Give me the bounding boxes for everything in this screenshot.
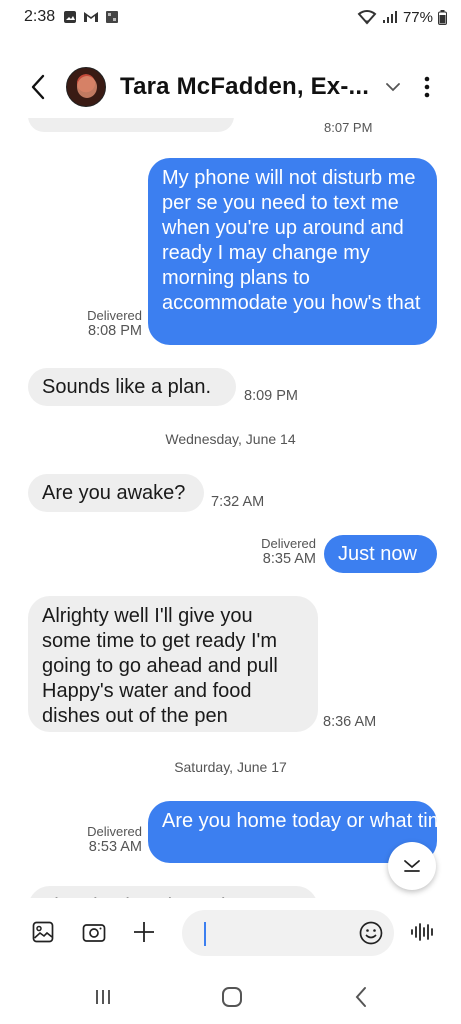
message-bubble-incoming[interactable]: Sounds like a plan. xyxy=(28,368,236,406)
message-time: 8:53 AM xyxy=(88,839,142,855)
attach-button[interactable] xyxy=(126,914,162,950)
recents-button[interactable] xyxy=(88,982,118,1012)
message-list[interactable]: 8:07 PM Delivered 8:08 PM My phone will … xyxy=(0,118,461,898)
status-time: 2:38 xyxy=(24,8,56,25)
message-composer xyxy=(0,904,461,960)
home-icon xyxy=(222,987,242,1007)
message-bubble-partial[interactable] xyxy=(28,118,234,132)
back-nav-icon xyxy=(355,987,366,1007)
message-time: 8:36 AM xyxy=(323,714,377,730)
voice-icon xyxy=(411,923,433,941)
message-bubble-outgoing[interactable]: Just now xyxy=(324,535,437,573)
chevron-down-icon xyxy=(404,860,420,872)
recents-icon xyxy=(96,990,110,1004)
emoji-icon xyxy=(359,921,383,945)
message-meta: Delivered 8:53 AM xyxy=(70,824,142,855)
battery-icon xyxy=(438,9,447,25)
chevron-down-icon xyxy=(386,82,401,91)
system-nav-bar xyxy=(0,968,461,1024)
camera-icon xyxy=(82,924,106,942)
gallery-button[interactable] xyxy=(25,914,61,950)
message-bubble-incoming[interactable]: Alrighty well I'll give you some time to… xyxy=(28,596,318,732)
message-meta: Delivered 8:08 PM xyxy=(70,308,142,339)
message-bubble-incoming[interactable]: The plan is to leave in an hour xyxy=(28,886,318,898)
contact-avatar[interactable] xyxy=(66,67,106,107)
date-separator: Saturday, June 17 xyxy=(174,759,287,775)
delivery-status: Delivered xyxy=(87,308,142,323)
battery-percent: 77% xyxy=(402,8,433,26)
more-icon xyxy=(424,76,430,98)
wifi-icon xyxy=(357,10,377,25)
back-nav-button[interactable] xyxy=(346,982,376,1012)
more-options-button[interactable] xyxy=(415,67,439,107)
home-button[interactable] xyxy=(217,982,247,1012)
text-caret xyxy=(204,922,206,946)
emoji-button[interactable] xyxy=(358,920,384,946)
delivery-status: Delivered xyxy=(261,536,316,551)
message-time: 7:32 AM xyxy=(211,494,265,510)
plus-icon xyxy=(134,922,154,942)
signal-icon xyxy=(382,11,397,23)
contact-details-toggle[interactable] xyxy=(383,77,403,97)
back-button[interactable] xyxy=(18,67,58,107)
voice-record-button[interactable] xyxy=(405,914,441,950)
message-input[interactable] xyxy=(208,918,348,948)
scroll-to-bottom-button[interactable] xyxy=(388,842,436,890)
contact-name[interactable]: Tara McFadden, Ex-... xyxy=(120,73,369,101)
date-separator: Wednesday, June 14 xyxy=(165,431,296,447)
message-time: 8:09 PM xyxy=(244,388,298,404)
delivery-status: Delivered xyxy=(87,824,142,839)
message-time: 8:07 PM xyxy=(324,120,373,135)
message-bubble-outgoing[interactable]: My phone will not disturb me per se you … xyxy=(148,158,437,345)
message-meta: Delivered 8:35 AM xyxy=(246,536,316,567)
message-time: 8:35 AM xyxy=(262,551,316,567)
camera-button[interactable] xyxy=(76,914,112,950)
gallery-notification-icon xyxy=(64,11,77,23)
back-icon xyxy=(31,74,45,100)
status-bar: 2:38 77% xyxy=(0,0,461,34)
message-bubble-incoming[interactable]: Are you awake? xyxy=(28,474,204,512)
gmail-notification-icon xyxy=(84,12,99,22)
message-time: 8:08 PM xyxy=(88,323,142,339)
app-notification-icon xyxy=(106,11,119,23)
message-input-container[interactable] xyxy=(182,910,394,956)
gallery-icon xyxy=(32,921,54,943)
conversation-header: Tara McFadden, Ex-... xyxy=(0,56,461,118)
